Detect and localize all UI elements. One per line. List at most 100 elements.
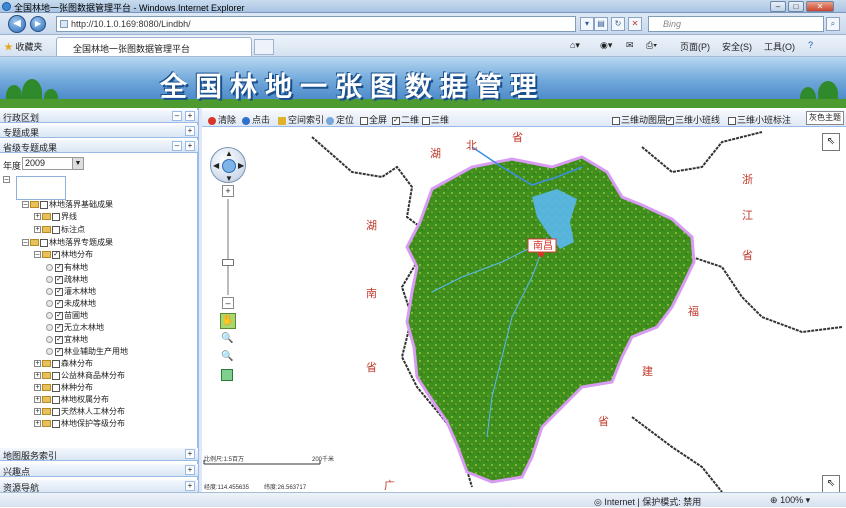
- expand-icon[interactable]: +: [34, 213, 41, 221]
- collapse-icon[interactable]: –: [22, 201, 29, 209]
- dropdown-icon[interactable]: ▾: [580, 17, 594, 31]
- layer3d-toggle[interactable]: 三维动图层: [612, 113, 666, 126]
- layer-checkbox[interactable]: [40, 200, 48, 209]
- search-icon[interactable]: ⌕: [826, 17, 840, 31]
- minus-icon[interactable]: –: [172, 111, 182, 121]
- map-canvas[interactable]: 南昌 湖 北 省 湖 南 省 浙 江 省 福 建 省 广 比例尺:1:5百万 2…: [202, 127, 846, 492]
- tab-main[interactable]: 全国林地一张图数据管理平台: [56, 37, 252, 56]
- plus-icon[interactable]: +: [185, 449, 195, 459]
- 3d-checkbox[interactable]: [422, 116, 430, 125]
- expand-icon[interactable]: +: [34, 360, 41, 368]
- layer-checkbox[interactable]: [52, 407, 60, 416]
- layer-checkbox[interactable]: [55, 299, 63, 308]
- panel-map-service-index[interactable]: 地图服务索引 +: [0, 448, 198, 461]
- tree-node[interactable]: 无立木林地: [46, 322, 104, 334]
- fullscreen-checkbox[interactable]: [360, 116, 368, 125]
- tree-node[interactable]: – 林地落界基础成果: [22, 199, 113, 211]
- forward-button[interactable]: ▶: [30, 16, 46, 32]
- plus-icon[interactable]: +: [185, 465, 195, 475]
- small-class-3d-checkbox[interactable]: [666, 116, 674, 125]
- close-window-button[interactable]: ✕: [806, 1, 834, 12]
- collapse-icon[interactable]: –: [3, 176, 10, 184]
- expand-icon[interactable]: +: [34, 226, 41, 234]
- pan-down-icon[interactable]: ▼: [225, 174, 233, 183]
- zoom-slider-handle[interactable]: [222, 259, 234, 266]
- plus-icon[interactable]: +: [185, 141, 195, 151]
- small-class-3d-toggle[interactable]: 三维小班线: [666, 113, 720, 126]
- back-button[interactable]: ◀: [8, 15, 26, 33]
- panel-admin-division[interactable]: 行政区划 – +: [0, 110, 198, 123]
- zoom-in-button[interactable]: +: [222, 185, 234, 197]
- tree-node[interactable]: 疏林地: [46, 274, 88, 286]
- tree-node[interactable]: + 林种分布: [34, 382, 93, 394]
- layer-checkbox[interactable]: [52, 212, 60, 221]
- layer-checkbox[interactable]: [55, 263, 63, 272]
- small-class-label-toggle[interactable]: 三维小班标注: [728, 113, 791, 126]
- tools-menu[interactable]: 工具(O): [764, 40, 795, 53]
- tree-node[interactable]: 未成林地: [46, 298, 96, 310]
- panel-poi[interactable]: 兴趣点 +: [0, 464, 198, 477]
- expand-icon[interactable]: +: [34, 384, 41, 392]
- plus-icon[interactable]: +: [185, 481, 195, 491]
- tree-node[interactable]: – 林地落界专题成果: [22, 237, 113, 249]
- layer-checkbox[interactable]: [55, 335, 63, 344]
- plus-icon[interactable]: +: [185, 126, 195, 136]
- layer-checkbox[interactable]: [55, 323, 63, 332]
- tree-node[interactable]: 灌木林地: [46, 286, 96, 298]
- layer-checkbox[interactable]: [55, 275, 63, 284]
- home-icon[interactable]: ⌂▾: [570, 40, 580, 51]
- refresh-icon[interactable]: ↻: [611, 17, 625, 31]
- zoom-in-tool-icon[interactable]: 🔍: [221, 333, 233, 344]
- 2d-toggle[interactable]: 二维: [392, 113, 419, 126]
- tree-node[interactable]: + 林地权属分布: [34, 394, 109, 406]
- collapse-overview-icon[interactable]: ⇖: [822, 133, 840, 151]
- print-icon[interactable]: ⎙▾: [646, 40, 657, 51]
- layer-checkbox[interactable]: [40, 238, 48, 247]
- zoom-slider-track[interactable]: [227, 199, 229, 295]
- tree-node[interactable]: + 森林分布: [34, 358, 93, 370]
- globe-icon[interactable]: [222, 159, 236, 173]
- pan-control[interactable]: ▲ ▼ ◀ ▶: [210, 147, 246, 183]
- zoom-level[interactable]: ⊕ 100% ▾: [770, 495, 810, 506]
- plus-icon[interactable]: +: [185, 111, 195, 121]
- layer-checkbox[interactable]: [52, 395, 60, 404]
- layer-checkbox[interactable]: [55, 287, 63, 296]
- fullscreen-toggle[interactable]: 全屏: [360, 113, 387, 126]
- tree-node[interactable]: 有林地: [46, 262, 88, 274]
- tree-node[interactable]: + 林地保护等级分布: [34, 418, 125, 430]
- layer-checkbox[interactable]: [52, 250, 60, 259]
- expand-overview-icon[interactable]: ⇖: [822, 475, 840, 493]
- safety-menu[interactable]: 安全(S): [722, 40, 752, 53]
- mail-icon[interactable]: ✉: [626, 40, 634, 51]
- search-input[interactable]: Bing: [648, 16, 824, 32]
- compat-view-icon[interactable]: ▤: [594, 17, 608, 31]
- maximize-button[interactable]: □: [788, 1, 804, 12]
- spatial-index-button[interactable]: 空间索引: [278, 113, 324, 126]
- minus-icon[interactable]: –: [172, 141, 182, 151]
- minimize-button[interactable]: –: [770, 1, 786, 12]
- map-view[interactable]: 南昌 湖 北 省 湖 南 省 浙 江 省 福 建 省 广 比例尺:1:5百万 2…: [202, 127, 846, 492]
- zoom-out-tool-icon[interactable]: 🔍: [221, 351, 233, 362]
- layer-checkbox[interactable]: [52, 383, 60, 392]
- pan-left-icon[interactable]: ◀: [213, 161, 219, 170]
- layer-checkbox[interactable]: [55, 347, 63, 356]
- point-button[interactable]: 点击: [242, 113, 270, 126]
- layer-checkbox[interactable]: [52, 225, 60, 234]
- expand-icon[interactable]: +: [34, 420, 41, 428]
- tree-node[interactable]: + 标注点: [34, 224, 85, 236]
- 3d-toggle[interactable]: 三维: [422, 113, 449, 126]
- tree-node[interactable]: 苗圃地: [46, 310, 88, 322]
- tree-node[interactable]: 林业辅助生产用地: [46, 346, 128, 358]
- page-menu[interactable]: 页面(P): [680, 40, 710, 53]
- 2d-checkbox[interactable]: [392, 116, 400, 125]
- panel-thematic-results[interactable]: 专题成果 +: [0, 125, 198, 138]
- help-menu[interactable]: ?: [808, 40, 813, 50]
- tree-root[interactable]: –: [3, 174, 11, 186]
- locate-button[interactable]: 定位: [326, 113, 354, 126]
- collapse-icon[interactable]: –: [34, 251, 41, 259]
- new-tab-button[interactable]: [254, 39, 274, 55]
- theme-select[interactable]: 灰色主题: [806, 111, 844, 125]
- stop-icon[interactable]: ✕: [628, 17, 642, 31]
- tree-node[interactable]: 宜林地: [46, 334, 88, 346]
- tree-node[interactable]: + 公益林商品林分布: [34, 370, 125, 382]
